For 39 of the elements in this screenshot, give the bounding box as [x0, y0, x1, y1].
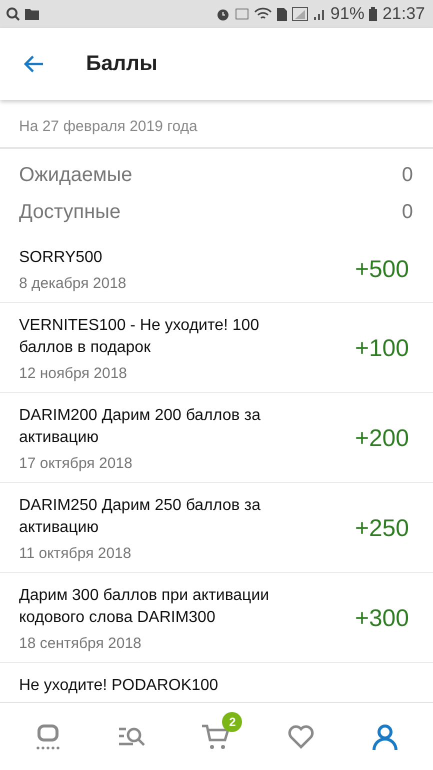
page-title: Баллы — [86, 52, 158, 76]
transaction-title: DARIM250 Дарим 250 баллов за активацию — [19, 496, 262, 538]
status-time: 21:37 — [382, 4, 425, 24]
signal-icon — [313, 8, 326, 20]
transaction-title: VERNITES100 - Не уходите! 100 баллов в подарок — [19, 316, 260, 358]
home-icon — [34, 722, 62, 750]
folder-icon — [25, 8, 39, 20]
heart-icon — [286, 724, 315, 750]
transaction-title: DARIM200 Дарим 200 баллов за активацию — [19, 406, 262, 448]
transaction-title: Дарим 300 баллов при активации кодового слова DARIM300 — [19, 586, 270, 628]
signal-icon — [292, 7, 308, 21]
cart-icon — [201, 722, 232, 750]
date-caption: На 27 февраля 2019 года — [0, 100, 433, 149]
points-amount: +250 — [354, 514, 409, 542]
points-amount: +300 — [354, 604, 409, 632]
transaction-date: 12 ноября 2018 — [19, 365, 128, 382]
transaction-date: 17 октября 2018 — [19, 455, 134, 472]
sim-icon — [277, 8, 288, 20]
points-amount: +200 — [354, 424, 409, 452]
battery-percent: 91% — [330, 4, 364, 24]
transaction-date: 18 сентября 2018 — [19, 635, 142, 652]
nav-tab[interactable]: 2 — [186, 712, 246, 762]
battery-icon — [369, 7, 378, 21]
points-amount: +500 — [354, 256, 409, 284]
alarm-icon — [216, 7, 230, 21]
summary-label: Доступные — [19, 201, 121, 224]
wifi-icon — [254, 7, 272, 21]
back-arrow-icon — [24, 55, 44, 73]
person-icon — [372, 722, 398, 750]
summary-value: 0 — [402, 201, 413, 224]
summary-label: Ожидаемые — [19, 164, 132, 187]
transaction-title: Не уходите! PODAROK100 — [19, 676, 220, 696]
transaction-date: 8 декабря 2018 — [19, 275, 128, 292]
points-amount: +100 — [354, 334, 409, 362]
transaction-date: 11 октября 2018 — [19, 545, 132, 562]
summary-value: 0 — [402, 164, 413, 187]
search-icon — [6, 7, 20, 21]
transaction-title: SORRY500 — [19, 248, 104, 268]
cart-count-badge: 2 — [222, 712, 242, 732]
